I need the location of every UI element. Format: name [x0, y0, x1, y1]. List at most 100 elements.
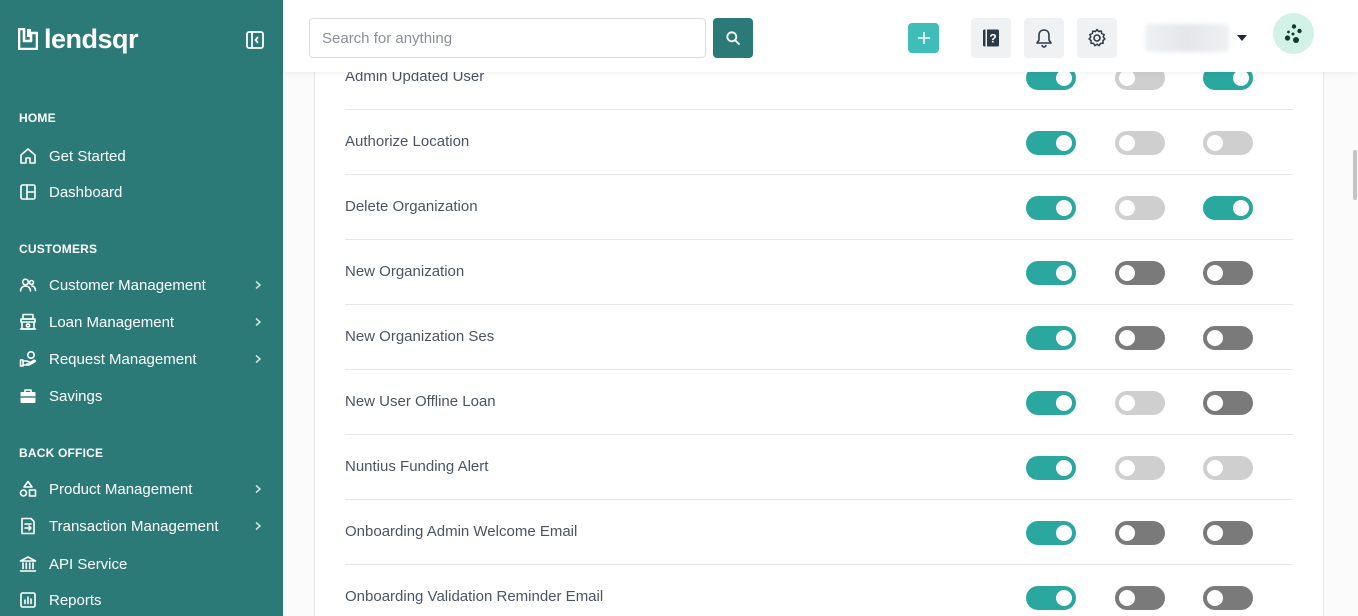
toggle-switch-3[interactable] — [1203, 261, 1253, 285]
nav-section-back-office: BACK OFFICE — [19, 446, 104, 460]
notification-label: New Organization — [345, 263, 465, 280]
toggle-knob — [1207, 330, 1223, 346]
plus-icon — [917, 32, 930, 44]
sidebar-item-get-started[interactable]: Get Started — [19, 144, 269, 168]
toggle-switch-1[interactable] — [1026, 391, 1076, 415]
sidebar-item-label: Request Management — [49, 350, 197, 368]
toggle-knob — [1056, 265, 1072, 281]
toggle-switch-2[interactable] — [1115, 456, 1165, 480]
notification-label: Nuntius Funding Alert — [345, 458, 489, 475]
savings-icon — [19, 387, 37, 405]
toggle-switch-2[interactable] — [1115, 391, 1165, 415]
toggle-switch-3[interactable] — [1203, 456, 1253, 480]
notification-label: Onboarding Admin Welcome Email — [345, 523, 578, 540]
chevron-right-icon — [255, 521, 262, 531]
toggle-knob — [1056, 200, 1072, 216]
collapse-sidebar-icon[interactable] — [245, 30, 265, 50]
sidebar-item-request-management[interactable]: Request Management — [19, 347, 269, 371]
notification-row: Delete Organization — [345, 175, 1293, 240]
notification-label: Onboarding Validation Reminder Email — [345, 588, 604, 605]
sidebar-item-dashboard[interactable]: Dashboard — [19, 180, 269, 204]
help-button[interactable]: ? — [971, 18, 1011, 58]
toggle-knob — [1056, 590, 1072, 606]
toggle-knob — [1119, 70, 1135, 86]
chevron-right-icon — [255, 354, 262, 364]
toggle-switch-3[interactable] — [1203, 391, 1253, 415]
notification-label: Authorize Location — [345, 133, 470, 150]
search-input[interactable] — [309, 18, 706, 58]
settings-button[interactable] — [1077, 18, 1117, 58]
toggle-switch-2[interactable] — [1115, 196, 1165, 220]
toggle-knob — [1233, 200, 1249, 216]
notification-label: New User Offline Loan — [345, 393, 496, 410]
toggle-knob — [1207, 395, 1223, 411]
sidebar-item-product-management[interactable]: Product Management — [19, 477, 269, 501]
sidebar-item-reports[interactable]: Reports — [19, 588, 269, 612]
notification-row: New User Offline Loan — [345, 370, 1293, 435]
toggle-switch-3[interactable] — [1203, 521, 1253, 545]
user-name — [1145, 24, 1229, 52]
toggle-switch-2[interactable] — [1115, 131, 1165, 155]
search-button[interactable] — [713, 18, 753, 58]
toggle-switch-2[interactable] — [1115, 586, 1165, 610]
toggle-switch-1[interactable] — [1026, 326, 1076, 350]
chevron-right-icon — [255, 317, 262, 327]
toggle-switch-1[interactable] — [1026, 131, 1076, 155]
add-button[interactable] — [908, 23, 939, 53]
notification-row: New Organization Ses — [345, 305, 1293, 370]
sidebar-item-api-service[interactable]: API Service — [19, 552, 269, 576]
nav-section-customers: CUSTOMERS — [19, 242, 98, 256]
user-menu[interactable] — [1145, 20, 1250, 56]
sidebar-item-label: Reports — [49, 591, 102, 609]
toggle-switch-2[interactable] — [1115, 261, 1165, 285]
sidebar-item-label: API Service — [49, 555, 128, 573]
avatar-pattern-icon — [1284, 23, 1302, 43]
toggle-switch-3[interactable] — [1203, 131, 1253, 155]
help-book-icon: ? — [983, 29, 999, 47]
notification-label: New Organization Ses — [345, 328, 495, 345]
topbar: ? — [283, 0, 1358, 72]
toggle-knob — [1056, 70, 1072, 86]
sidebar-item-savings[interactable]: Savings — [19, 384, 269, 408]
toggle-switch-3[interactable] — [1203, 586, 1253, 610]
toggle-knob — [1119, 135, 1135, 151]
bank-icon — [19, 555, 37, 573]
toggle-knob — [1207, 590, 1223, 606]
toggle-switch-2[interactable] — [1115, 521, 1165, 545]
notification-row: Onboarding Admin Welcome Email — [345, 500, 1293, 565]
toggle-knob — [1233, 70, 1249, 86]
toggle-switch-3[interactable] — [1203, 196, 1253, 220]
notification-row: Nuntius Funding Alert — [345, 435, 1293, 500]
avatar[interactable] — [1273, 13, 1314, 54]
notification-row: New Organization — [345, 240, 1293, 305]
toggle-knob — [1119, 590, 1135, 606]
toggle-switch-1[interactable] — [1026, 456, 1076, 480]
toggle-switch-1[interactable] — [1026, 196, 1076, 220]
sidebar-item-customer-management[interactable]: Customer Management — [19, 273, 269, 297]
nav-section-home: HOME — [19, 111, 56, 125]
toggle-switch-2[interactable] — [1115, 326, 1165, 350]
toggle-switch-1[interactable] — [1026, 586, 1076, 610]
sidebar-item-transaction-management[interactable]: Transaction Management — [19, 514, 269, 538]
sidebar-item-label: Get Started — [49, 147, 126, 165]
sidebar-item-label: Customer Management — [49, 276, 206, 294]
loan-icon — [19, 313, 37, 331]
toggle-knob — [1056, 525, 1072, 541]
toggle-switch-3[interactable] — [1203, 326, 1253, 350]
notifications-button[interactable] — [1024, 18, 1064, 58]
notification-settings-card: Admin Updated User Authorize Location Dele… — [314, 0, 1324, 616]
brand-logo[interactable]: lendsqr — [18, 24, 139, 54]
toggle-knob — [1207, 460, 1223, 476]
users-icon — [19, 276, 37, 294]
scrollbar-thumb[interactable] — [1353, 150, 1357, 200]
notification-row: Authorize Location — [345, 110, 1293, 175]
sidebar-item-label: Dashboard — [49, 183, 123, 201]
sidebar-item-loan-management[interactable]: Loan Management — [19, 310, 269, 334]
toggle-switch-1[interactable] — [1026, 521, 1076, 545]
bell-icon — [1036, 29, 1052, 48]
toggle-switch-1[interactable] — [1026, 261, 1076, 285]
sidebar: lendsqr HOME Get Started Dashboard CUSTOMER… — [0, 0, 283, 616]
gear-icon — [1088, 28, 1106, 47]
sidebar-item-label: Product Management — [49, 480, 193, 498]
caret-down-icon — [1237, 35, 1247, 41]
